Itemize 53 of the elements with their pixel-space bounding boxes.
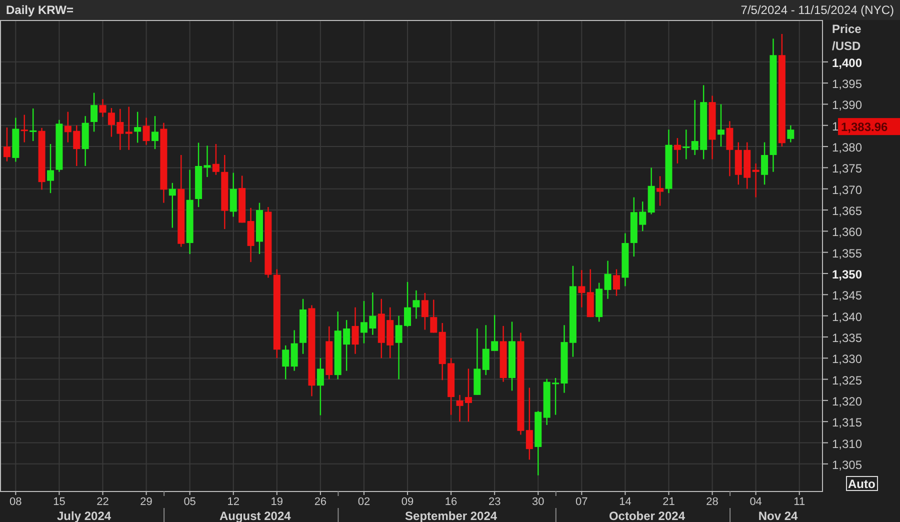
date-axis-label: 02 [358, 496, 370, 508]
month-label: Nov 24 [758, 509, 798, 522]
candle [152, 116, 158, 150]
date-axis-label: 14 [619, 496, 632, 508]
date-axis-label: 04 [750, 496, 762, 508]
price-axis-label: 1,350 [832, 267, 862, 282]
date-axis-label: 28 [706, 496, 718, 508]
price-axis-label: 1,320 [832, 394, 862, 408]
date-axis-label: 23 [488, 496, 501, 508]
date-axis-label: 22 [96, 496, 109, 508]
date-axis-label: 26 [314, 496, 327, 508]
auto-button[interactable]: Auto [846, 476, 878, 491]
price-axis-label: 1,390 [832, 98, 862, 112]
candle [3, 128, 10, 162]
price-axis-label: 1,355 [832, 246, 862, 260]
candle [718, 104, 724, 147]
date-axis-label: 21 [662, 496, 675, 508]
candle [508, 322, 516, 391]
date-axis-label: 11 [794, 496, 806, 508]
date-axis-label: 05 [184, 496, 196, 508]
price-axis-label: 1,325 [832, 373, 862, 388]
price-axis-label: 1,330 [832, 352, 862, 366]
date-axis-label: 30 [532, 496, 544, 508]
date-axis-label: 16 [444, 496, 458, 508]
last-price-tag: 1,383.96 [838, 118, 900, 136]
price-axis-label: 1,360 [832, 225, 862, 240]
price-axis-label: 1,400 [832, 56, 862, 70]
price-axis-label: 1,365 [832, 204, 862, 218]
price-axis-label: 1,305 [832, 458, 862, 472]
date-range: 7/5/2024 - 11/15/2024 (NYC) [740, 3, 894, 17]
date-axis-label: 12 [227, 496, 240, 508]
price-axis-label: 1,340 [832, 310, 862, 324]
price-axis-label: 1,310 [832, 436, 862, 451]
candle [787, 125, 794, 142]
price-axis-label: 1,395 [832, 77, 862, 92]
price-axis-label: 1,370 [832, 182, 862, 197]
candle [613, 269, 620, 296]
date-axis-label: 19 [270, 496, 284, 508]
price-axis-label: 1,375 [832, 162, 862, 176]
axis-title: Price [832, 22, 862, 36]
candle [47, 144, 54, 194]
price-axis-label: 1,335 [832, 330, 862, 345]
date-axis-label: 09 [401, 496, 414, 508]
price-axis-label: 1,345 [832, 288, 862, 303]
month-label: October 2024 [608, 509, 685, 522]
date-axis-label: 08 [10, 496, 22, 508]
axis-title: /USD [832, 39, 861, 53]
date-axis-label: 29 [140, 496, 152, 508]
chart-title: Daily KRW= [6, 3, 74, 17]
date-axis-label: 07 [576, 496, 588, 508]
date-axis-label: 15 [53, 496, 66, 508]
price-axis-label: 1,380 [832, 140, 862, 155]
price-axis-label: 1,315 [832, 416, 862, 430]
